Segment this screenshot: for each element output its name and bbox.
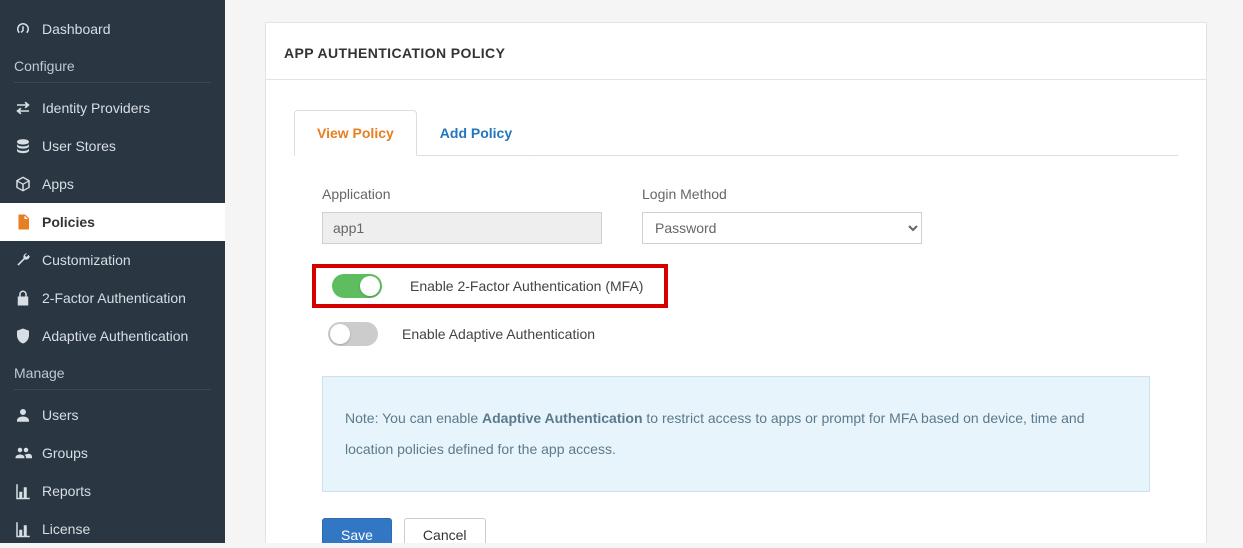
wrench-icon (14, 251, 32, 269)
exchange-icon (14, 99, 32, 117)
sidebar-section-manage: Manage (0, 355, 225, 387)
sidebar-item-groups[interactable]: Groups (0, 434, 225, 472)
database-icon (14, 137, 32, 155)
sidebar-item-label: Apps (42, 176, 74, 192)
tab-view-policy[interactable]: View Policy (294, 110, 417, 156)
sidebar-item-label: 2-Factor Authentication (42, 290, 186, 306)
sidebar-item-label: User Stores (42, 138, 116, 154)
chart-icon (14, 520, 32, 538)
sidebar-item-two-factor[interactable]: 2-Factor Authentication (0, 279, 225, 317)
sidebar-divider (14, 389, 211, 390)
tabs-underline (535, 110, 1178, 156)
users-icon (14, 444, 32, 462)
adaptive-toggle-label: Enable Adaptive Authentication (402, 326, 595, 342)
adaptive-toggle[interactable] (328, 322, 378, 346)
sidebar-item-customization[interactable]: Customization (0, 241, 225, 279)
mfa-highlight: Enable 2-Factor Authentication (MFA) (312, 264, 668, 308)
sidebar: Dashboard Configure Identity Providers U… (0, 0, 225, 543)
sidebar-item-label: Users (42, 407, 79, 423)
sidebar-item-label: Customization (42, 252, 131, 268)
sidebar-item-identity-providers[interactable]: Identity Providers (0, 89, 225, 127)
chart-icon (14, 482, 32, 500)
toggle-knob (360, 276, 380, 296)
sidebar-item-label: Dashboard (42, 21, 111, 37)
sidebar-item-label: Groups (42, 445, 88, 461)
sidebar-item-label: Policies (42, 214, 95, 230)
gauge-icon (14, 20, 32, 38)
sidebar-item-reports[interactable]: Reports (0, 472, 225, 510)
sidebar-item-adaptive-auth[interactable]: Adaptive Authentication (0, 317, 225, 355)
lock-icon (14, 289, 32, 307)
shield-icon (14, 327, 32, 345)
sidebar-item-label: Reports (42, 483, 91, 499)
cancel-button[interactable]: Cancel (404, 518, 486, 543)
sidebar-item-label: Adaptive Authentication (42, 328, 188, 344)
sidebar-section-configure: Configure (0, 48, 225, 80)
sidebar-item-label: License (42, 521, 90, 537)
mfa-toggle-label: Enable 2-Factor Authentication (MFA) (410, 278, 643, 294)
sidebar-item-user-stores[interactable]: User Stores (0, 127, 225, 165)
main-content: APP AUTHENTICATION POLICY View Policy Ad… (225, 0, 1243, 543)
mfa-toggle[interactable] (332, 274, 382, 298)
sidebar-item-license[interactable]: License (0, 510, 225, 548)
user-icon (14, 406, 32, 424)
info-note: Note: You can enable Adaptive Authentica… (322, 376, 1150, 492)
page-title: APP AUTHENTICATION POLICY (266, 23, 1206, 80)
cube-icon (14, 175, 32, 193)
note-bold: Adaptive Authentication (482, 410, 643, 426)
sidebar-item-users[interactable]: Users (0, 396, 225, 434)
policy-panel: APP AUTHENTICATION POLICY View Policy Ad… (265, 22, 1207, 543)
sidebar-item-apps[interactable]: Apps (0, 165, 225, 203)
sidebar-item-label: Identity Providers (42, 100, 150, 116)
tab-add-policy[interactable]: Add Policy (417, 110, 535, 156)
sidebar-item-dashboard[interactable]: Dashboard (0, 10, 225, 48)
policy-tabs: View Policy Add Policy (294, 110, 1178, 156)
note-prefix: Note: You can enable (345, 410, 482, 426)
document-icon (14, 213, 32, 231)
application-label: Application (322, 186, 602, 202)
toggle-knob (330, 324, 350, 344)
application-input[interactable] (322, 212, 602, 244)
login-method-label: Login Method (642, 186, 922, 202)
login-method-select[interactable]: Password (642, 212, 922, 244)
sidebar-item-policies[interactable]: Policies (0, 203, 225, 241)
save-button[interactable]: Save (322, 518, 392, 543)
sidebar-divider (14, 82, 211, 83)
